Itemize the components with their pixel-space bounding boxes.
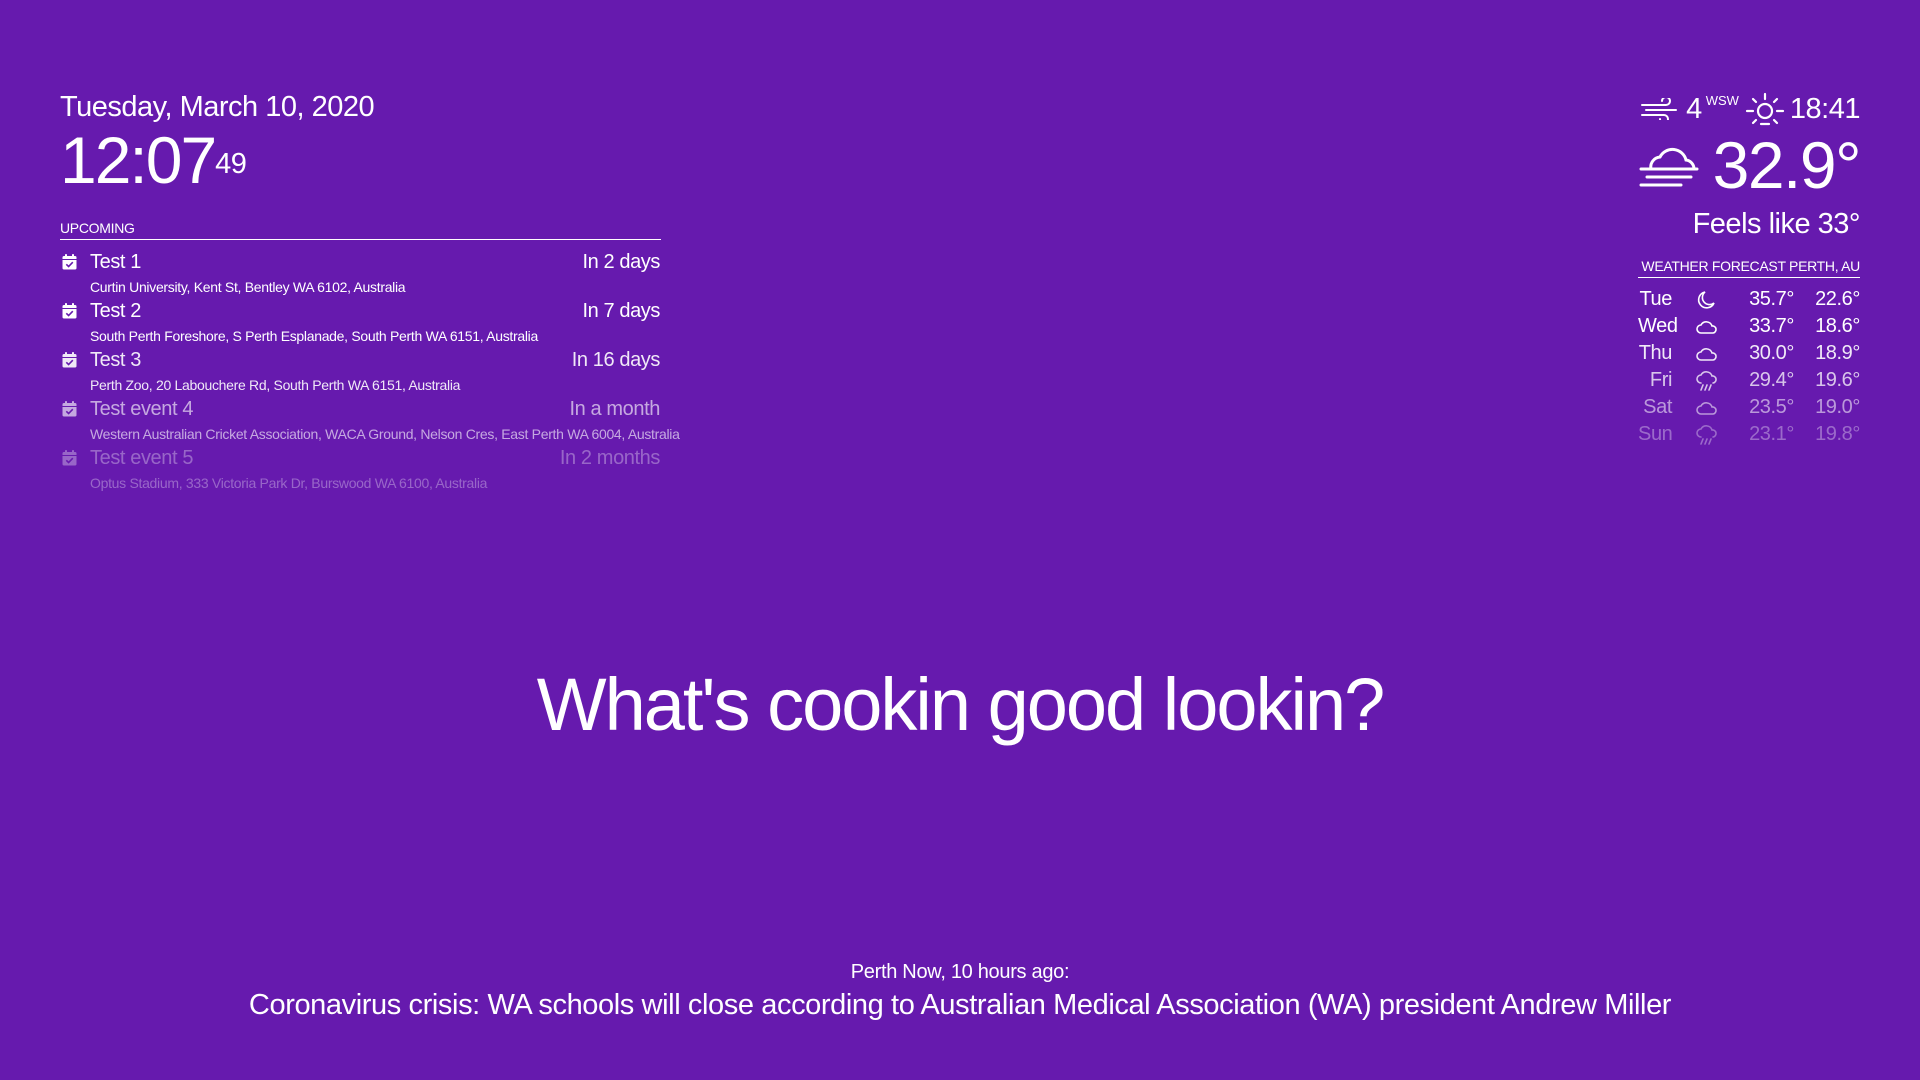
calendar-event: Test 2 In 7 days South Perth Foreshore, … bbox=[60, 298, 661, 347]
forecast-max: 29.4° bbox=[1749, 369, 1794, 391]
weather-wind-sun-row: 4 WSW 18:41 bbox=[1460, 92, 1861, 126]
calendar-check-icon bbox=[62, 401, 77, 417]
forecast-row: Thu 30.0° 18.9° bbox=[1638, 340, 1861, 367]
wind-icon bbox=[1641, 98, 1678, 120]
forecast-min: 18.6° bbox=[1815, 315, 1860, 337]
event-location: Western Australian Cricket Association, … bbox=[90, 426, 680, 442]
forecast-max: 35.7° bbox=[1749, 288, 1794, 310]
weather-temperature-row: 32.9° bbox=[1460, 128, 1862, 202]
clock-date: Tuesday, March 10, 2020 bbox=[60, 91, 375, 123]
forecast-day: Wed bbox=[1638, 315, 1678, 337]
forecast-day: Sun bbox=[1638, 423, 1673, 445]
forecast-row: Tue 35.7° 22.6° bbox=[1638, 286, 1860, 313]
feels-like: Feels like 33° bbox=[1692, 208, 1861, 240]
forecast-row: Wed 33.7° 18.6° bbox=[1638, 313, 1860, 340]
calendar-event: Test event 5 In 2 months Optus Stadium, … bbox=[60, 445, 661, 494]
rain-icon bbox=[1696, 370, 1717, 391]
cloud-icon bbox=[1696, 347, 1717, 361]
event-title: Test 2 bbox=[90, 300, 141, 322]
cloud-icon bbox=[1696, 320, 1717, 334]
forecast-day: Sat bbox=[1643, 396, 1672, 418]
clock-seconds: 49 bbox=[215, 148, 247, 180]
forecast-min: 22.6° bbox=[1815, 288, 1860, 310]
forecast-row: Sat 23.5° 19.0° bbox=[1638, 394, 1860, 421]
forecast-table: Tue 35.7° 22.6° Wed 33.7° 18.6° Thu 30.0… bbox=[1638, 286, 1860, 448]
cloudy-windy-icon bbox=[1639, 147, 1699, 187]
forecast-day: Thu bbox=[1638, 342, 1673, 364]
current-weather-module: 4 WSW 18:41 32.9° Feels like 33° bbox=[1460, 92, 1862, 242]
forecast-min: 19.0° bbox=[1815, 396, 1860, 418]
wind-direction: WSW bbox=[1705, 92, 1739, 108]
forecast-max: 23.5° bbox=[1749, 396, 1794, 418]
clock-module: Tuesday, March 10, 2020 12:0749 bbox=[60, 88, 375, 194]
calendar-module: UPCOMING Test 1 In 2 days Curtin Univers… bbox=[60, 218, 680, 494]
event-title: Test 3 bbox=[90, 349, 141, 371]
forecast-min: 19.8° bbox=[1815, 423, 1860, 445]
forecast-header: WEATHER FORECAST PERTH, AU bbox=[1638, 256, 1860, 278]
forecast-min: 18.9° bbox=[1815, 342, 1860, 364]
mirror-screen: Tuesday, March 10, 2020 12:0749 UPCOMING… bbox=[0, 0, 1920, 1080]
event-time: In a month bbox=[569, 398, 660, 420]
forecast-day: Fri bbox=[1649, 369, 1673, 391]
forecast-row: Sun 23.1° 19.8° bbox=[1638, 421, 1860, 448]
event-location: Optus Stadium, 333 Victoria Park Dr, Bur… bbox=[90, 475, 488, 491]
calendar-event: Test 1 In 2 days Curtin University, Kent… bbox=[60, 249, 661, 298]
wind-speed: 4 bbox=[1686, 92, 1702, 125]
news-headline: Coronavirus crisis: WA schools will clos… bbox=[248, 989, 1672, 1021]
moon-icon bbox=[1697, 290, 1715, 309]
calendar-header: UPCOMING bbox=[60, 218, 661, 240]
event-location: Perth Zoo, 20 Labouchere Rd, South Perth… bbox=[90, 377, 461, 393]
forecast-row: Fri 29.4° 19.6° bbox=[1638, 367, 1861, 394]
clock-time: 12:0749 bbox=[60, 126, 374, 194]
calendar-check-icon bbox=[62, 352, 77, 368]
calendar-check-icon bbox=[62, 254, 77, 270]
event-title: Test event 5 bbox=[90, 447, 194, 469]
forecast-min: 19.6° bbox=[1815, 369, 1860, 391]
current-temperature: 32.9° bbox=[1712, 128, 1862, 202]
event-time: In 2 days bbox=[582, 251, 660, 273]
event-location: South Perth Foreshore, S Perth Esplanade… bbox=[90, 328, 538, 344]
newsfeed-module: Perth Now, 10 hours ago: Coronavirus cri… bbox=[0, 959, 1920, 1023]
calendar-event: Test 3 In 16 days Perth Zoo, 20 Labouche… bbox=[60, 347, 661, 396]
event-location: Curtin University, Kent St, Bentley WA 6… bbox=[90, 279, 406, 295]
forecast-day: Tue bbox=[1639, 288, 1672, 310]
event-time: In 7 days bbox=[582, 300, 660, 322]
sunset-icon bbox=[1745, 92, 1785, 126]
weather-forecast-module: WEATHER FORECAST PERTH, AU Tue 35.7° 22.… bbox=[1638, 256, 1860, 448]
compliment-text: What's cookin good lookin? bbox=[536, 663, 1386, 746]
calendar-check-icon bbox=[62, 303, 77, 319]
event-time: In 16 days bbox=[571, 349, 661, 371]
calendar-events: Test 1 In 2 days Curtin University, Kent… bbox=[60, 249, 680, 494]
forecast-max: 30.0° bbox=[1749, 342, 1794, 364]
calendar-event: Test event 4 In a month Western Australi… bbox=[60, 396, 680, 445]
event-time: In 2 months bbox=[559, 447, 661, 469]
news-source: Perth Now, 10 hours ago: bbox=[850, 961, 1070, 983]
forecast-max: 23.1° bbox=[1749, 423, 1794, 445]
event-title: Test 1 bbox=[90, 251, 141, 273]
sunset-time: 18:41 bbox=[1789, 92, 1861, 125]
forecast-max: 33.7° bbox=[1749, 315, 1794, 337]
event-title: Test event 4 bbox=[90, 398, 194, 420]
cloud-icon bbox=[1696, 401, 1717, 415]
rain-icon bbox=[1696, 424, 1717, 445]
clock-hours-minutes: 12:07 bbox=[60, 123, 217, 197]
calendar-check-icon bbox=[62, 450, 77, 466]
